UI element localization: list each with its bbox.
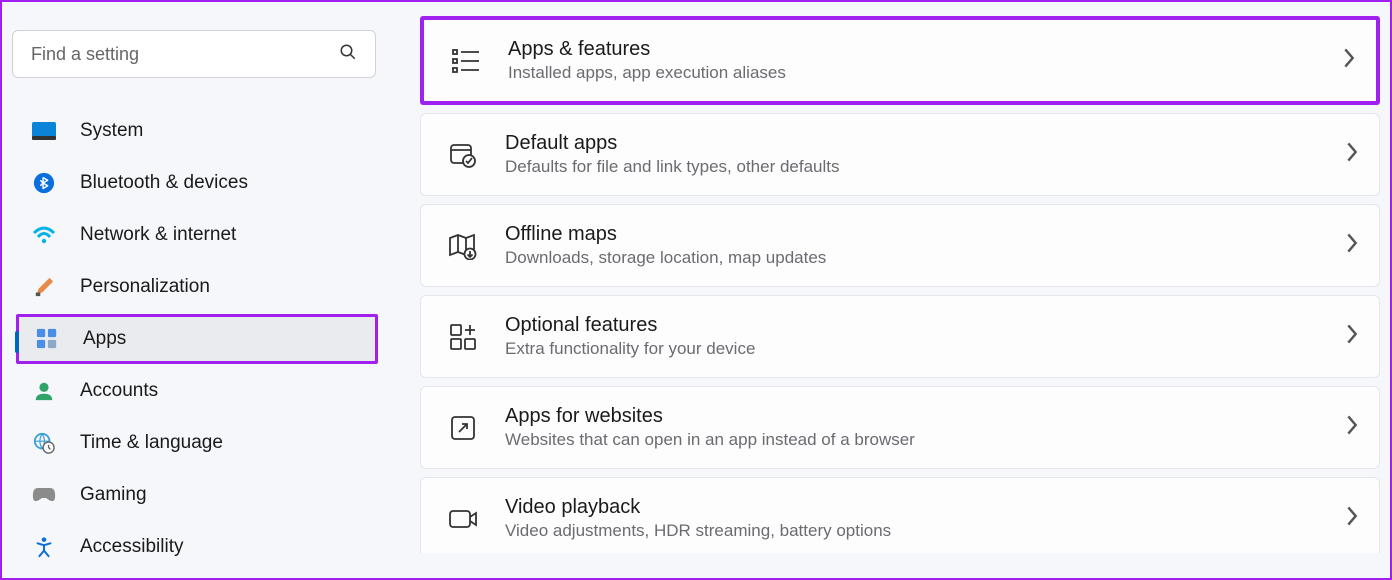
map-download-icon bbox=[443, 226, 483, 266]
card-subtitle: Defaults for file and link types, other … bbox=[505, 157, 1345, 177]
wifi-icon bbox=[30, 221, 58, 249]
shield-check-icon bbox=[443, 135, 483, 175]
search-box[interactable] bbox=[12, 30, 376, 78]
nav-label: Apps bbox=[83, 328, 126, 350]
card-text: Apps for websites Websites that can open… bbox=[505, 405, 1345, 450]
gamepad-icon bbox=[30, 481, 58, 509]
list-icon bbox=[446, 41, 486, 81]
card-text: Optional features Extra functionality fo… bbox=[505, 314, 1345, 359]
nav-label: Bluetooth & devices bbox=[80, 172, 248, 194]
card-subtitle: Installed apps, app execution aliases bbox=[508, 63, 1342, 83]
nav-label: Accounts bbox=[80, 380, 158, 402]
nav-time[interactable]: Time & language bbox=[16, 418, 378, 468]
nav-bluetooth[interactable]: Bluetooth & devices bbox=[16, 158, 378, 208]
card-apps-features[interactable]: Apps & features Installed apps, app exec… bbox=[420, 16, 1380, 105]
card-title: Offline maps bbox=[505, 223, 1345, 246]
main-content: Apps & features Installed apps, app exec… bbox=[392, 2, 1390, 578]
card-video-playback[interactable]: Video playback Video adjustments, HDR st… bbox=[420, 477, 1380, 553]
card-subtitle: Websites that can open in an app instead… bbox=[505, 430, 1345, 450]
card-subtitle: Downloads, storage location, map updates bbox=[505, 248, 1345, 268]
nav-label: Personalization bbox=[80, 276, 210, 298]
nav-label: Gaming bbox=[80, 484, 147, 506]
nav-list: System Bluetooth & devices Network & int… bbox=[12, 106, 382, 572]
chevron-right-icon bbox=[1345, 141, 1359, 168]
card-subtitle: Extra functionality for your device bbox=[505, 339, 1345, 359]
card-title: Video playback bbox=[505, 496, 1345, 519]
card-text: Video playback Video adjustments, HDR st… bbox=[505, 496, 1345, 541]
nav-gaming[interactable]: Gaming bbox=[16, 470, 378, 520]
brush-icon bbox=[30, 273, 58, 301]
nav-label: Time & language bbox=[80, 432, 223, 454]
nav-accounts[interactable]: Accounts bbox=[16, 366, 378, 416]
search-icon bbox=[339, 43, 357, 66]
globe-clock-icon bbox=[30, 429, 58, 457]
card-optional-features[interactable]: Optional features Extra functionality fo… bbox=[420, 295, 1380, 378]
nav-label: Network & internet bbox=[80, 224, 236, 246]
card-text: Default apps Defaults for file and link … bbox=[505, 132, 1345, 177]
chevron-right-icon bbox=[1345, 323, 1359, 350]
card-subtitle: Video adjustments, HDR streaming, batter… bbox=[505, 521, 1345, 541]
grid-plus-icon bbox=[443, 317, 483, 357]
nav-network[interactable]: Network & internet bbox=[16, 210, 378, 260]
card-text: Offline maps Downloads, storage location… bbox=[505, 223, 1345, 268]
person-icon bbox=[30, 377, 58, 405]
open-link-icon bbox=[443, 408, 483, 448]
nav-personalization[interactable]: Personalization bbox=[16, 262, 378, 312]
accessibility-icon bbox=[30, 533, 58, 561]
nav-label: System bbox=[80, 120, 143, 142]
chevron-right-icon bbox=[1342, 47, 1356, 74]
card-default-apps[interactable]: Default apps Defaults for file and link … bbox=[420, 113, 1380, 196]
card-offline-maps[interactable]: Offline maps Downloads, storage location… bbox=[420, 204, 1380, 287]
card-title: Optional features bbox=[505, 314, 1345, 337]
system-icon bbox=[30, 117, 58, 145]
bluetooth-icon bbox=[30, 169, 58, 197]
chevron-right-icon bbox=[1345, 414, 1359, 441]
nav-system[interactable]: System bbox=[16, 106, 378, 156]
nav-apps[interactable]: Apps bbox=[16, 314, 378, 364]
chevron-right-icon bbox=[1345, 232, 1359, 259]
card-title: Apps & features bbox=[508, 38, 1342, 61]
card-text: Apps & features Installed apps, app exec… bbox=[508, 38, 1342, 83]
card-title: Apps for websites bbox=[505, 405, 1345, 428]
nav-label: Accessibility bbox=[80, 536, 183, 558]
apps-icon bbox=[33, 325, 61, 353]
nav-accessibility[interactable]: Accessibility bbox=[16, 522, 378, 572]
search-input[interactable] bbox=[31, 44, 339, 65]
card-apps-websites[interactable]: Apps for websites Websites that can open… bbox=[420, 386, 1380, 469]
sidebar: System Bluetooth & devices Network & int… bbox=[2, 2, 392, 578]
chevron-right-icon bbox=[1345, 505, 1359, 532]
card-title: Default apps bbox=[505, 132, 1345, 155]
video-icon bbox=[443, 499, 483, 539]
